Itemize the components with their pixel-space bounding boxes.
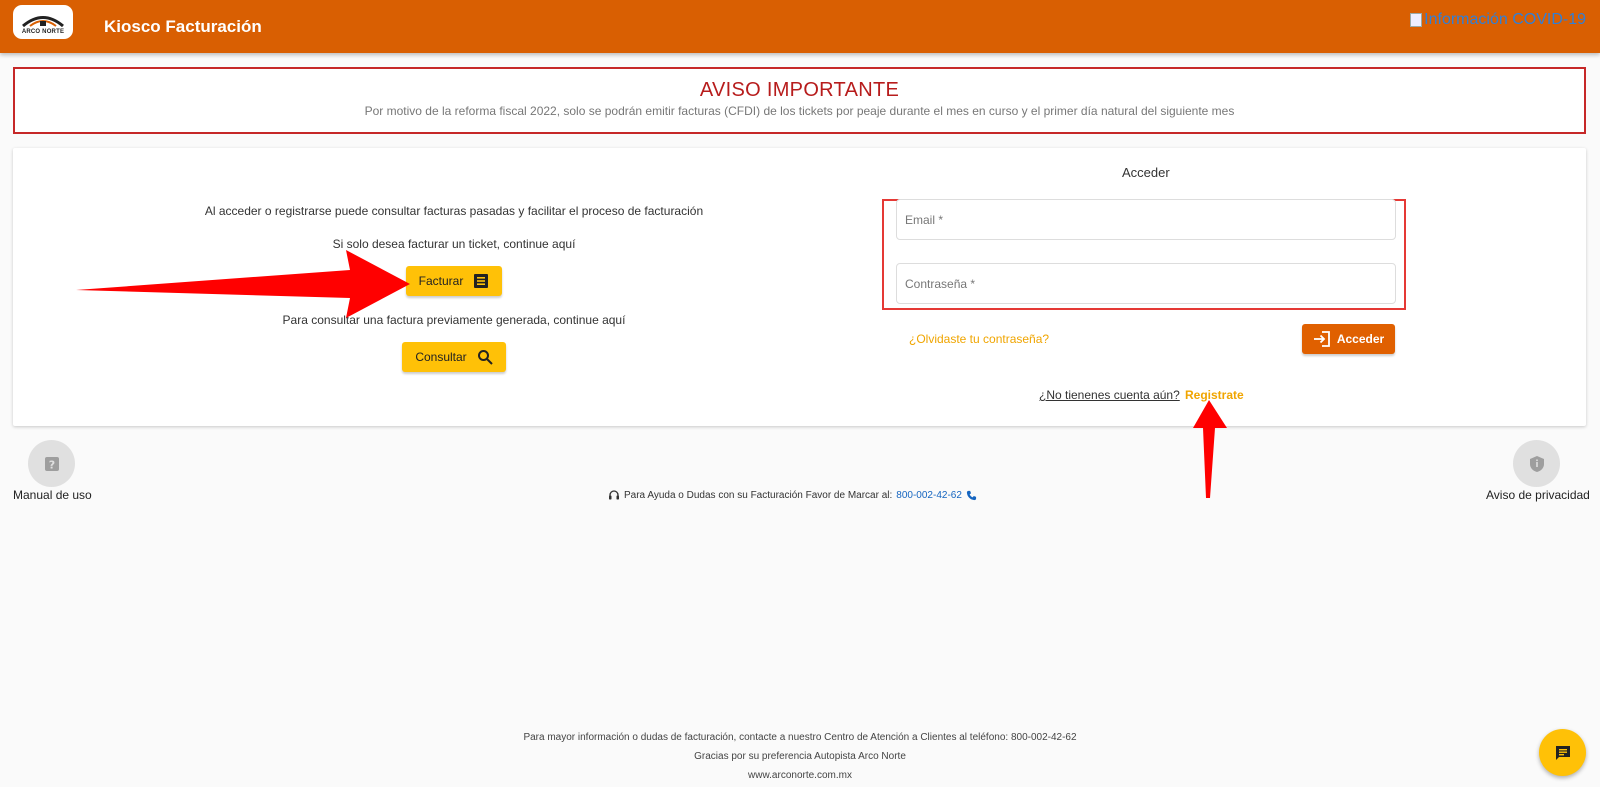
phone-icon <box>966 490 976 500</box>
forgot-password-link[interactable]: ¿Olvidaste tu contraseña? <box>909 332 1049 346</box>
footer-website-text[interactable]: www.arconorte.com.mx <box>0 770 1600 781</box>
important-notice: AVISO IMPORTANTE Por motivo de la reform… <box>13 67 1586 134</box>
help-icon: ? <box>44 456 59 471</box>
notice-body: Por motivo de la reforma fiscal 2022, so… <box>364 104 1235 118</box>
manual-label[interactable]: Manual de uso <box>13 488 92 502</box>
help-phone-link[interactable]: 800-002-42-62 <box>896 490 962 501</box>
app-title: Kiosco Facturación <box>104 17 262 36</box>
notice-title: AVISO IMPORTANTE <box>699 79 900 101</box>
privacy-label[interactable]: Aviso de privacidad <box>1486 488 1590 502</box>
chat-button[interactable] <box>1539 729 1586 776</box>
footer-contact-text: Para mayor información o dudas de factur… <box>523 732 1077 743</box>
email-field[interactable] <box>896 199 1396 240</box>
red-arrow-to-register <box>1193 400 1227 498</box>
help-line: Para Ayuda o Dudas con su Facturación Fa… <box>608 489 977 501</box>
arco-norte-logo[interactable]: ARCO NORTE <box>13 5 73 39</box>
acceder-label: Acceder <box>1336 332 1385 346</box>
facturar-label: Facturar <box>418 274 464 288</box>
help-text: Para Ayuda o Dudas con su Facturación Fa… <box>624 489 893 501</box>
chat-icon <box>1555 745 1570 760</box>
broken-image-icon <box>1410 13 1423 27</box>
privacy-button[interactable] <box>1513 440 1560 487</box>
login-benefits-text: Al acceder o registrarse puede consultar… <box>204 204 704 218</box>
search-icon <box>477 350 493 365</box>
consultar-label: Consultar <box>415 350 467 364</box>
svg-text:?: ? <box>48 458 54 471</box>
headset-icon <box>609 490 619 500</box>
no-account-link[interactable]: ¿No tienenes cuenta aún? <box>1039 388 1180 402</box>
consultar-button[interactable]: Consultar <box>402 342 506 372</box>
logo-text: ARCO NORTE <box>21 29 65 35</box>
login-title: Acceder <box>1122 165 1170 180</box>
list-icon <box>474 274 489 288</box>
app-header: ARCO NORTE Kiosco Facturación Informació… <box>0 0 1600 53</box>
shield-icon <box>1529 455 1544 472</box>
covid-info-label: Información COVID-19 <box>1424 11 1586 28</box>
facturar-button[interactable]: Facturar <box>406 266 502 296</box>
covid-info-link[interactable]: Información COVID-19 <box>1410 11 1586 29</box>
acceder-button[interactable]: Acceder <box>1302 324 1395 354</box>
logo-arc-icon <box>22 16 64 27</box>
footer-thanks-text: Gracias por su preferencia Autopista Arc… <box>694 751 906 762</box>
password-field[interactable] <box>896 263 1396 304</box>
login-icon <box>1313 331 1330 347</box>
manual-button[interactable]: ? <box>28 440 75 487</box>
red-arrow-to-facturar <box>76 250 410 318</box>
